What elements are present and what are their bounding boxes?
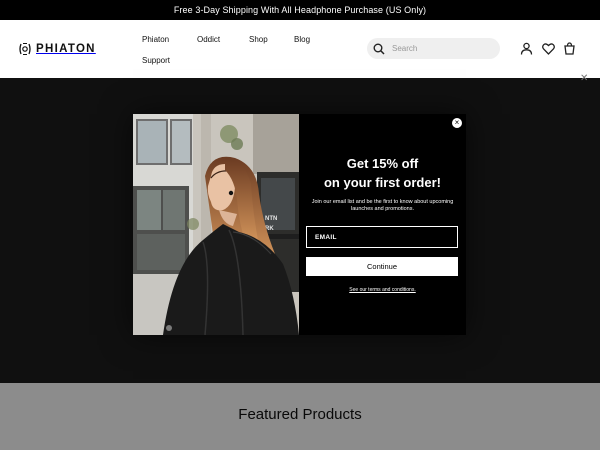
logo-text: PHIATON [36, 43, 96, 55]
wishlist-heart-icon[interactable] [541, 41, 556, 56]
site-header: PHIATON Phiaton Oddict Shop Blog Support [0, 20, 600, 78]
popup-content-panel: × Get 15% off on your first order! Join … [299, 114, 466, 335]
email-field[interactable] [306, 226, 458, 248]
search-icon [373, 43, 385, 55]
nav-item-support[interactable]: Support [142, 56, 170, 65]
overlay-close-icon[interactable]: ✕ [580, 73, 588, 84]
popup-description: Join our email list and be the first to … [311, 199, 454, 212]
account-icon[interactable] [519, 41, 534, 56]
cart-icon[interactable] [562, 41, 577, 56]
continue-button[interactable]: Continue [306, 257, 458, 276]
popup-subheadline: on your first order! [323, 175, 441, 190]
popup-photo: NTN RK [133, 114, 299, 335]
nav-item-blog[interactable]: Blog [294, 35, 310, 44]
popup-close-button[interactable]: × [452, 118, 462, 128]
nav-item-oddict[interactable]: Oddict [197, 35, 220, 44]
announcement-bar: Free 3-Day Shipping With All Headphone P… [0, 0, 600, 20]
logo-mark-icon [19, 43, 31, 55]
search-bar[interactable] [367, 38, 500, 59]
announcement-text: Free 3-Day Shipping With All Headphone P… [173, 5, 427, 15]
svg-text:NTN: NTN [265, 216, 277, 222]
terms-link[interactable]: See our terms and conditions. [299, 287, 466, 293]
nav-item-phiaton[interactable]: Phiaton [142, 35, 169, 44]
search-input[interactable] [392, 44, 492, 53]
nav-item-shop[interactable]: Shop [249, 35, 268, 44]
brand-logo[interactable]: PHIATON [18, 42, 96, 56]
popup-headline: Get 15% off [346, 156, 419, 171]
discount-popup: NTN RK × Get 15% off on your first order… [133, 114, 466, 335]
